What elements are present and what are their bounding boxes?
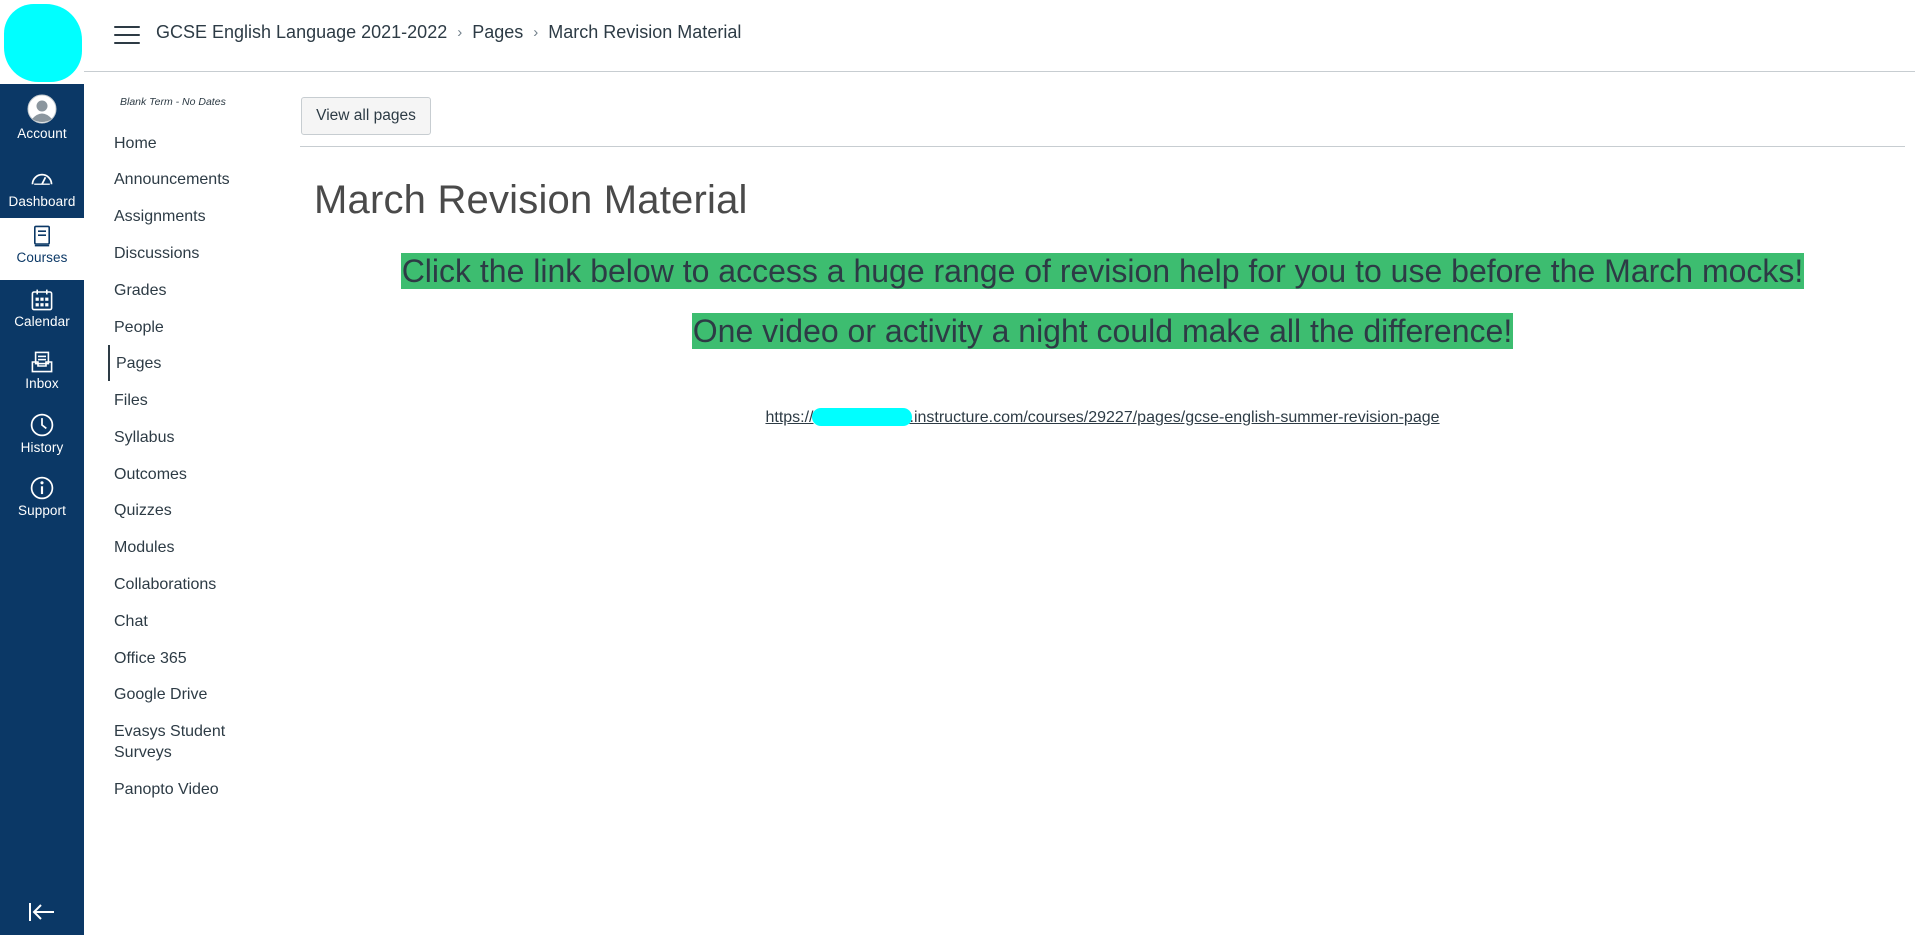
course-nav-discussions[interactable]: Discussions bbox=[114, 243, 274, 264]
course-nav-files[interactable]: Files bbox=[114, 390, 274, 411]
course-nav-outcomes[interactable]: Outcomes bbox=[114, 464, 274, 485]
support-icon bbox=[30, 476, 54, 500]
global-nav-inbox[interactable]: Inbox bbox=[0, 344, 84, 406]
course-nav-panopto[interactable]: Panopto Video bbox=[114, 779, 274, 800]
course-nav-chat[interactable]: Chat bbox=[114, 611, 274, 632]
breadcrumb-pages[interactable]: Pages bbox=[472, 22, 523, 43]
course-nav-home[interactable]: Home bbox=[114, 133, 274, 154]
redacted-logo bbox=[4, 4, 82, 82]
global-nav-support[interactable]: Support bbox=[0, 470, 84, 532]
global-nav-dashboard[interactable]: Dashboard bbox=[0, 158, 84, 220]
course-nav: Blank Term - No Dates Home Announcements… bbox=[84, 72, 284, 935]
breadcrumb-separator-icon: › bbox=[457, 24, 463, 41]
collapse-nav-icon[interactable] bbox=[26, 900, 58, 924]
highlight-text-2: One video or activity a night could make… bbox=[300, 313, 1905, 350]
global-nav-label: Courses bbox=[16, 250, 68, 265]
course-nav-evasys[interactable]: Evasys Student Surveys bbox=[114, 721, 244, 763]
history-icon bbox=[30, 413, 54, 437]
calendar-icon bbox=[31, 289, 53, 311]
course-nav-announcements[interactable]: Announcements bbox=[114, 169, 274, 190]
link-suffix: .instructure.com/courses/29227/pages/gcs… bbox=[909, 409, 1440, 426]
course-nav-people[interactable]: People bbox=[114, 317, 274, 338]
courses-icon bbox=[34, 225, 50, 247]
global-nav-courses[interactable]: Courses bbox=[0, 218, 84, 280]
global-nav-label: History bbox=[20, 440, 64, 455]
highlight-text-2-span: One video or activity a night could make… bbox=[691, 313, 1514, 349]
course-nav-collaborations[interactable]: Collaborations bbox=[114, 574, 274, 595]
breadcrumb-separator-icon: › bbox=[533, 24, 539, 41]
course-nav-grades[interactable]: Grades bbox=[114, 280, 274, 301]
page-title: March Revision Material bbox=[314, 178, 748, 222]
global-nav-account[interactable]: Account bbox=[0, 90, 84, 152]
divider bbox=[300, 146, 1905, 147]
highlight-text-1: Click the link below to access a huge ra… bbox=[300, 253, 1905, 290]
global-nav-history[interactable]: History bbox=[0, 407, 84, 469]
dashboard-icon bbox=[31, 173, 53, 185]
top-bar: GCSE English Language 2021-2022 › Pages … bbox=[84, 0, 1915, 72]
course-nav-office-365[interactable]: Office 365 bbox=[114, 648, 274, 669]
breadcrumb-current: March Revision Material bbox=[548, 22, 742, 42]
course-nav-modules[interactable]: Modules bbox=[114, 537, 274, 558]
link-prefix: https:// bbox=[765, 409, 814, 426]
breadcrumb: GCSE English Language 2021-2022 › Pages … bbox=[156, 22, 741, 43]
hamburger-menu-icon[interactable] bbox=[114, 26, 140, 46]
course-nav-syllabus[interactable]: Syllabus bbox=[114, 427, 274, 448]
global-nav-label: Calendar bbox=[14, 314, 70, 329]
logo-area[interactable] bbox=[0, 0, 84, 84]
course-nav-google-drive[interactable]: Google Drive bbox=[114, 684, 274, 705]
course-nav-pages[interactable]: Pages bbox=[108, 345, 268, 381]
global-nav: Account Dashboard Courses Calendar Inbox… bbox=[0, 0, 84, 935]
highlight-text-1-span: Click the link below to access a huge ra… bbox=[400, 253, 1805, 289]
global-nav-label: Support bbox=[18, 503, 66, 518]
global-nav-label: Inbox bbox=[25, 376, 59, 391]
redacted-domain bbox=[811, 408, 912, 426]
breadcrumb-course[interactable]: GCSE English Language 2021-2022 bbox=[156, 22, 447, 43]
term-label: Blank Term - No Dates bbox=[120, 96, 226, 108]
global-nav-label: Account bbox=[17, 126, 67, 141]
revision-link-line: https:// .instructure.com/courses/29227/p… bbox=[300, 408, 1905, 427]
inbox-icon bbox=[31, 351, 53, 373]
global-nav-calendar[interactable]: Calendar bbox=[0, 282, 84, 344]
course-nav-quizzes[interactable]: Quizzes bbox=[114, 500, 274, 521]
view-all-pages-button[interactable]: View all pages bbox=[301, 97, 431, 135]
account-icon bbox=[27, 94, 57, 124]
global-nav-label: Dashboard bbox=[8, 194, 76, 209]
revision-page-link[interactable]: https:// .instructure.com/courses/29227/p… bbox=[765, 408, 1440, 426]
course-nav-assignments[interactable]: Assignments bbox=[114, 206, 274, 227]
